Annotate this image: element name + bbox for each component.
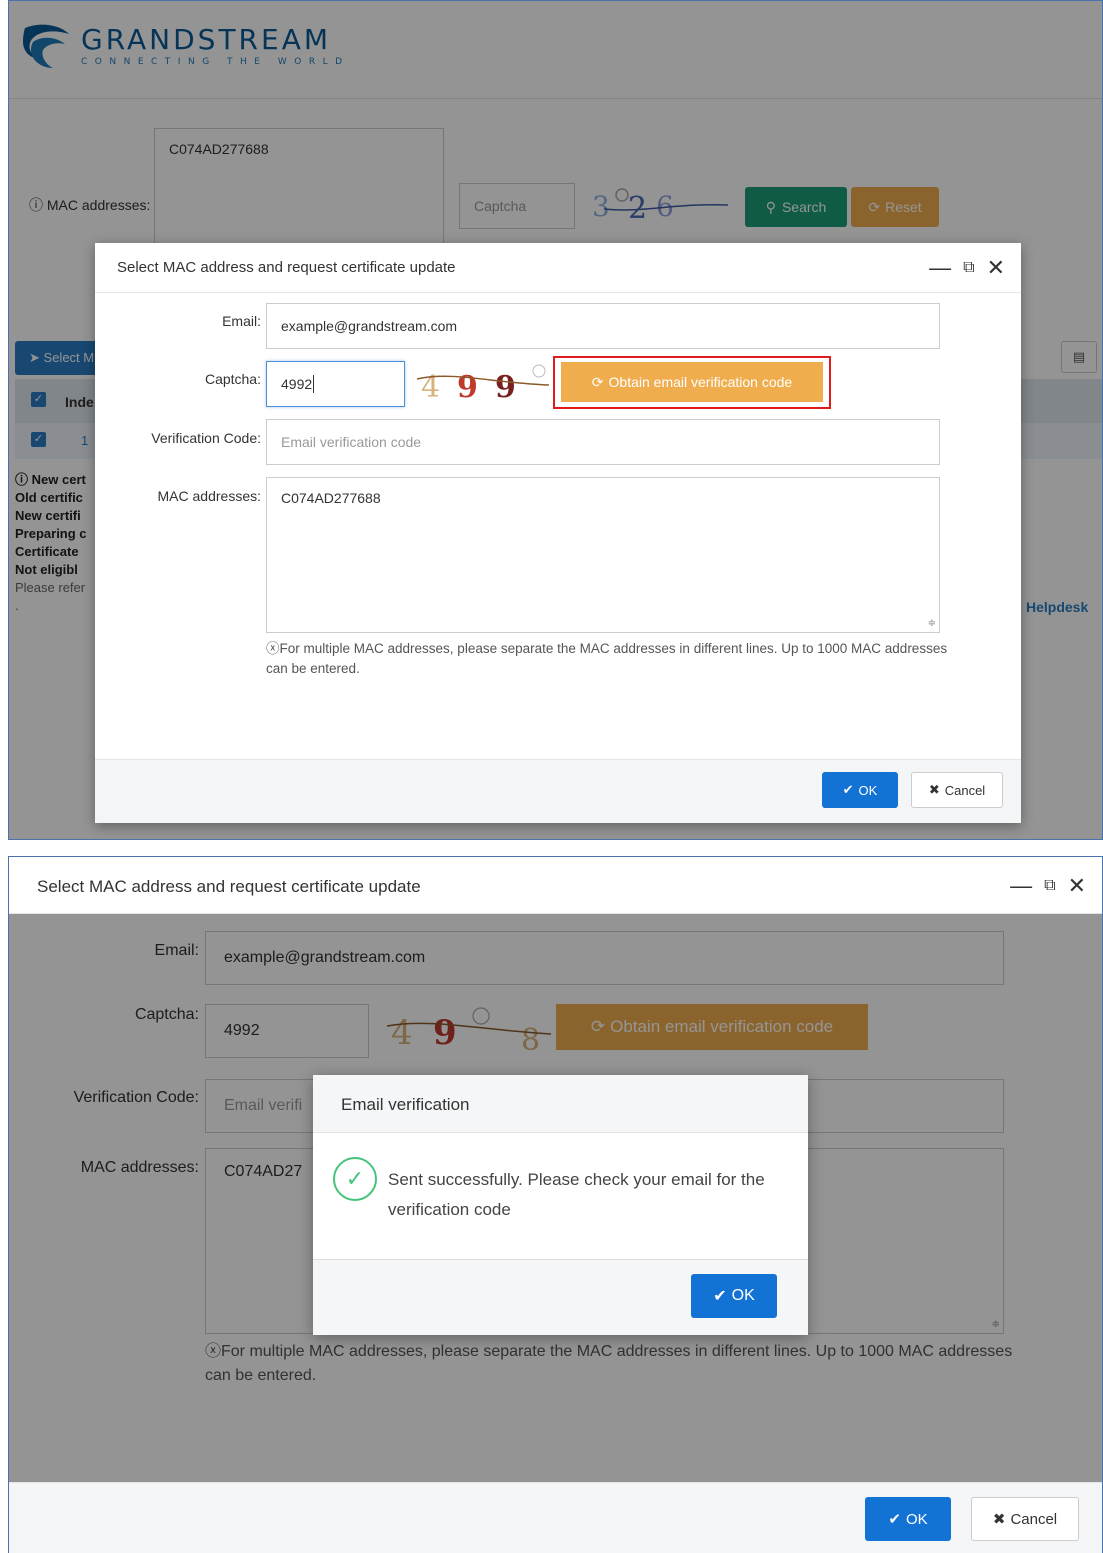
verification-code-field[interactable]: Email verification code bbox=[266, 419, 940, 465]
x-icon: ✖ bbox=[928, 782, 940, 797]
highlight-box bbox=[553, 356, 831, 409]
resize-grip-icon[interactable]: ≑ bbox=[928, 618, 936, 629]
modal-window-controls: — ⧉ ✕ bbox=[1010, 873, 1086, 899]
modal-header: Select MAC address and request certifica… bbox=[9, 857, 1102, 914]
minimize-icon[interactable]: — bbox=[929, 257, 951, 279]
email-label: Email: bbox=[222, 313, 261, 329]
modal-footer: ✔ OK ✖ Cancel bbox=[95, 759, 1021, 823]
check-circle-icon: ✓ bbox=[333, 1157, 377, 1201]
svg-text:9: 9 bbox=[457, 370, 478, 405]
mac-hint: ⓧFor multiple MAC addresses, please sepa… bbox=[266, 641, 948, 676]
captcha-image[interactable]: 4 9 9 bbox=[413, 361, 553, 407]
verification-code-label: Verification Code: bbox=[151, 430, 261, 446]
captcha-label: Captcha: bbox=[204, 371, 261, 387]
email-verification-dialog: Email verification ✓ Sent successfully. … bbox=[313, 1075, 808, 1335]
text-cursor bbox=[313, 375, 315, 393]
modal-title: Select MAC address and request certifica… bbox=[37, 877, 421, 896]
modal-footer: ✔ OK ✖ Cancel bbox=[9, 1482, 1102, 1553]
request-certificate-modal: Select MAC address and request certifica… bbox=[95, 243, 1021, 823]
maximize-icon[interactable]: ⧉ bbox=[963, 259, 974, 277]
dialog-footer: ✔ OK bbox=[313, 1259, 808, 1335]
dialog-ok-button[interactable]: ✔ OK bbox=[691, 1274, 777, 1318]
screenshot-email-sent: Select MAC address and request certifica… bbox=[8, 856, 1103, 1553]
svg-text:4: 4 bbox=[421, 370, 440, 405]
svg-text:9: 9 bbox=[495, 370, 516, 405]
close-icon[interactable]: ✕ bbox=[987, 255, 1005, 281]
mac-addresses-textarea[interactable]: C074AD277688 ≑ bbox=[266, 477, 940, 633]
dialog-body: ✓ Sent successfully. Please check your e… bbox=[313, 1133, 808, 1259]
modal-window-controls: — ⧉ ✕ bbox=[929, 255, 1005, 281]
modal-title: Select MAC address and request certifica… bbox=[117, 259, 456, 276]
mac-addresses-label: MAC addresses: bbox=[157, 488, 261, 504]
captcha-field[interactable]: 4992 bbox=[266, 361, 405, 407]
minimize-icon[interactable]: — bbox=[1010, 875, 1032, 897]
check-icon: ✔ bbox=[888, 1511, 901, 1528]
modal-header: Select MAC address and request certifica… bbox=[95, 243, 1021, 293]
dialog-title: Email verification bbox=[313, 1075, 808, 1133]
maximize-icon[interactable]: ⧉ bbox=[1044, 877, 1055, 895]
check-icon: ✔ bbox=[842, 782, 854, 797]
cancel-button[interactable]: ✖ Cancel bbox=[911, 772, 1003, 808]
email-field[interactable]: example@grandstream.com bbox=[266, 303, 940, 349]
dialog-message: Sent successfully. Please check your ema… bbox=[388, 1170, 765, 1219]
ok-button[interactable]: ✔ OK bbox=[822, 772, 898, 808]
ok-button[interactable]: ✔ OK bbox=[865, 1497, 951, 1541]
cancel-button[interactable]: ✖ Cancel bbox=[971, 1497, 1079, 1541]
check-icon: ✔ bbox=[713, 1288, 727, 1305]
x-icon: ✖ bbox=[992, 1511, 1006, 1528]
screenshot-request-form: GRANDSTREAM CONNECTING THE WORLD ⓘ MAC a… bbox=[8, 0, 1103, 840]
close-icon[interactable]: ✕ bbox=[1068, 873, 1086, 899]
